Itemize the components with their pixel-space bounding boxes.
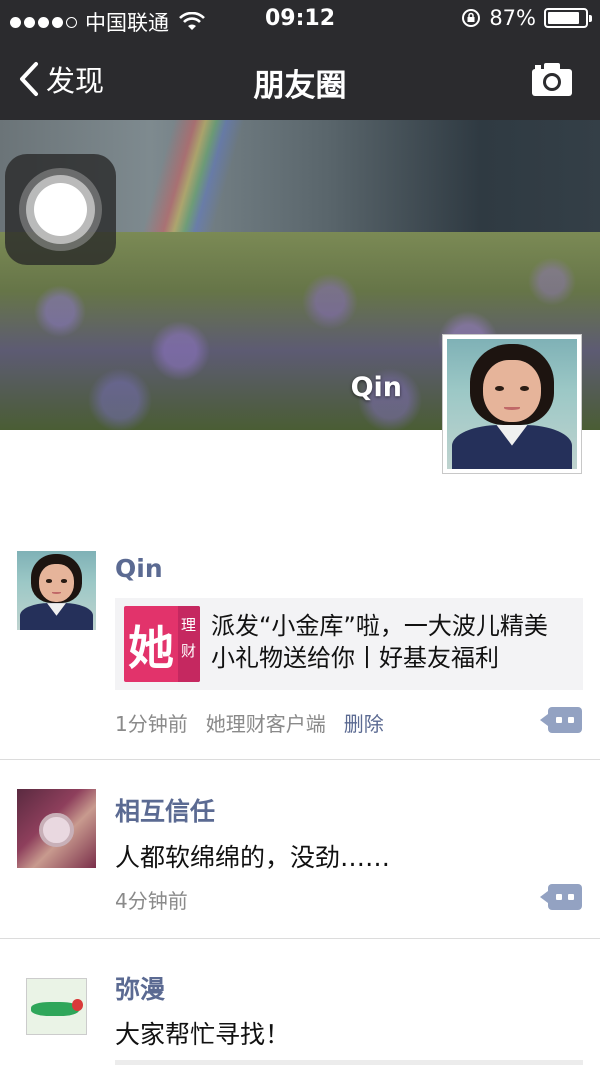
delete-button[interactable]: 删除 [344,708,384,737]
post-time: 1分钟前 [115,712,188,736]
avatar-image [447,339,577,469]
battery-fill [548,12,580,24]
status-right: 87% [461,6,592,30]
post-author[interactable]: Qin [115,554,163,583]
camera-icon[interactable] [530,60,574,98]
post-author[interactable]: 相互信任 [115,792,215,828]
battery-percent: 87% [489,6,536,30]
profile-avatar[interactable] [442,334,582,474]
post-text: 人都软绵绵的，没劲…… [115,843,391,872]
cover-user-name: Qin [350,372,402,403]
post-divider [0,938,600,939]
logo-text-small-2: 财 [180,642,196,660]
page-title: 朋友圈 [253,68,347,104]
comment-icon[interactable] [540,884,582,910]
post-text: 大家帮忙寻找！ [115,1020,291,1049]
status-bar: 中国联通 09:12 87% [0,0,600,40]
shared-link-title: 派发“小金库”啦，一大波儿精美小礼物送给你丨好基友福利 [211,612,548,672]
post-avatar[interactable] [17,967,96,1046]
share-app-logo: 她 理 财 [124,606,200,682]
logo-text-big: 她 [128,621,174,675]
post-meta: 4分钟前 [115,885,188,914]
navigation-bar: 发现 朋友圈 [0,40,600,120]
shared-link-card[interactable]: 她 理 财 派发“小金库”啦，一大波儿精美小礼物送给你丨好基友福利 [115,598,583,690]
assistive-touch-button[interactable] [5,154,116,265]
post-source: 她理财客户端 [205,712,326,736]
post-meta: 1分钟前 她理财客户端 删除 [115,708,384,737]
post-time: 4分钟前 [115,889,188,913]
post-avatar[interactable] [17,789,96,868]
post-image-placeholder [115,1060,583,1065]
post-divider [0,759,600,760]
battery-icon [544,8,592,28]
post-author[interactable]: 弥漫 [115,970,165,1006]
post-avatar[interactable] [17,551,96,630]
logo-text-small-1: 理 [180,616,196,634]
comment-icon[interactable] [540,707,582,733]
lock-rotation-icon [462,9,481,27]
top-bar: 中国联通 09:12 87% 发现 朋友圈 [0,0,600,120]
